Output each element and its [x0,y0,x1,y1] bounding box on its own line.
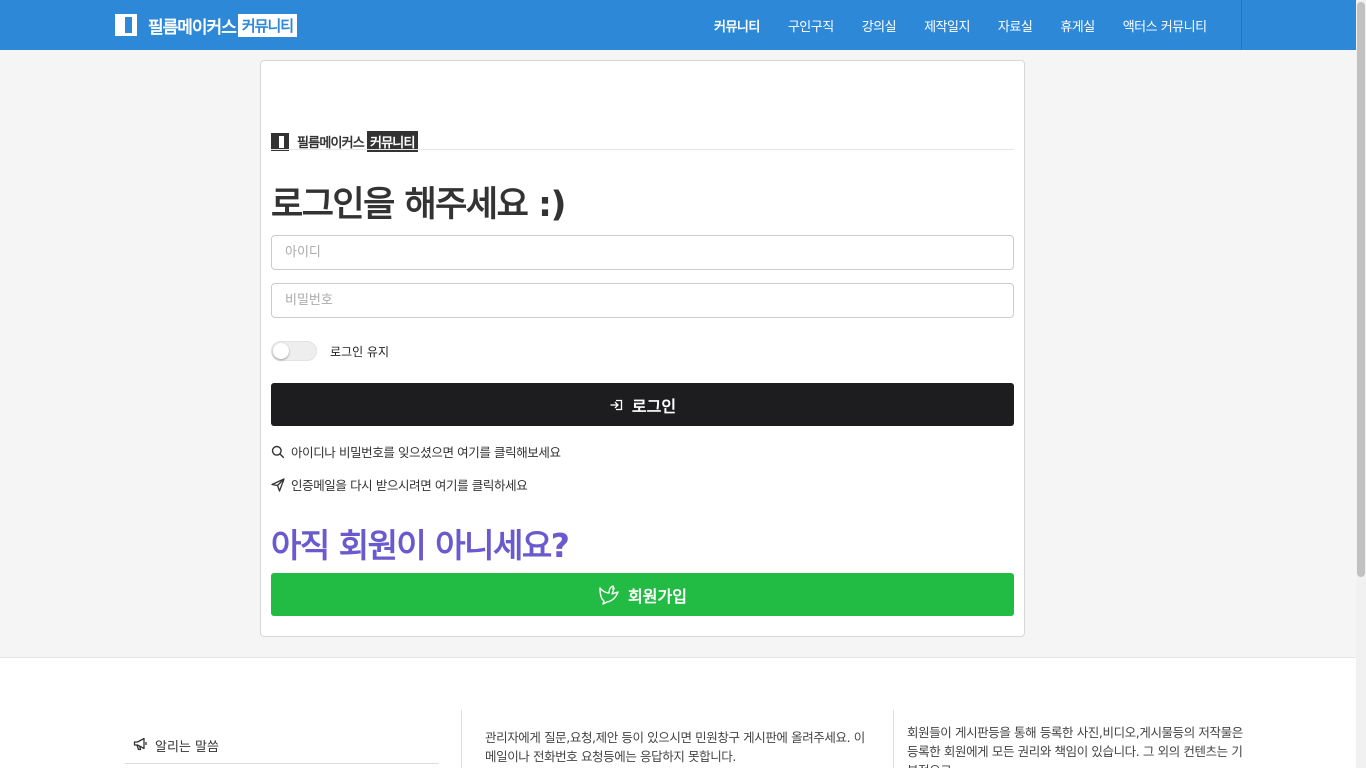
main-nav: 커뮤니티 구인구직 강의실 제작일지 자료실 휴게실 액터스 커뮤니티 [700,0,1221,50]
login-button-label: 로그인 [631,396,677,416]
keep-login-toggle[interactable] [271,341,317,361]
join-prompt-title: 아직 회원이 아니세요? [271,526,570,565]
notice-label: 알리는 말씀 [155,740,219,755]
footer-divider [461,710,462,768]
login-card: 필름메이커스 커뮤니티 로그인을 해주세요 :) 로그인 유지 로그인 아이디나 [260,60,1025,637]
page-footer: 알리는 말씀 관리자에게 질문,요청,제안 등이 있으시면 민원창구 게시판에 … [0,657,1356,768]
footer-contact-text: 관리자에게 질문,요청,제안 등이 있으시면 민원창구 게시판에 올려주세요. … [485,730,865,764]
toggle-knob [273,343,289,359]
resend-mail-link[interactable]: 인증메일을 다시 받으시려면 여기를 클릭하세요 [271,475,528,494]
nav-item-community[interactable]: 커뮤니티 [700,16,774,35]
user-id-input[interactable] [271,235,1014,270]
footer-copyright-text: 회원들이 게시판등을 통해 등록한 사진,비디오,게시물등의 저작물은 등록한 … [907,725,1243,768]
nav-item-actors-community[interactable]: 액터스 커뮤니티 [1109,16,1221,35]
logo-icon [271,132,289,151]
search-icon [271,445,285,459]
top-navbar: 필름메이커스 커뮤니티 커뮤니티 구인구직 강의실 제작일지 자료실 휴게실 액… [0,0,1356,50]
nav-item-lounge[interactable]: 휴게실 [1046,16,1108,35]
signup-button[interactable]: 회원가입 [271,573,1014,616]
login-button[interactable]: 로그인 [271,383,1014,426]
password-input[interactable] [271,283,1014,318]
nav-item-jobs[interactable]: 구인구직 [774,16,848,35]
nav-item-production-log[interactable]: 제작일지 [910,16,984,35]
login-title: 로그인을 해주세요 :) [271,185,566,225]
resend-mail-label: 인증메일을 다시 받으시려면 여기를 클릭하세요 [291,478,528,493]
signup-button-label: 회원가입 [628,586,687,606]
page-scrollbar[interactable] [1356,0,1366,768]
brand-name: 필름메이커스 [148,17,237,38]
nav-divider [1241,0,1242,50]
nav-item-resources[interactable]: 자료실 [984,16,1046,35]
sign-in-icon [609,398,624,412]
scrollbar-thumb[interactable] [1357,2,1365,577]
keep-login-label: 로그인 유지 [330,344,390,359]
brand-tag: 커뮤니티 [237,13,298,37]
notice-header[interactable]: 알리는 말씀 [125,736,439,764]
paper-plane-icon [271,477,285,492]
brand-logo[interactable]: 필름메이커스 커뮤니티 [115,13,298,38]
megaphone-icon [133,737,149,751]
divider [271,149,1014,150]
find-account-label: 아이디나 비밀번호를 잊으셨으면 여기를 클릭해보세요 [291,445,561,460]
nav-item-lectures[interactable]: 강의실 [848,16,910,35]
keep-login-row: 로그인 유지 [271,341,389,361]
footer-divider [893,710,894,768]
logo-icon [115,14,137,36]
find-account-link[interactable]: 아이디나 비밀번호를 잊으셨으면 여기를 클릭해보세요 [271,442,561,461]
dove-icon [598,584,620,605]
